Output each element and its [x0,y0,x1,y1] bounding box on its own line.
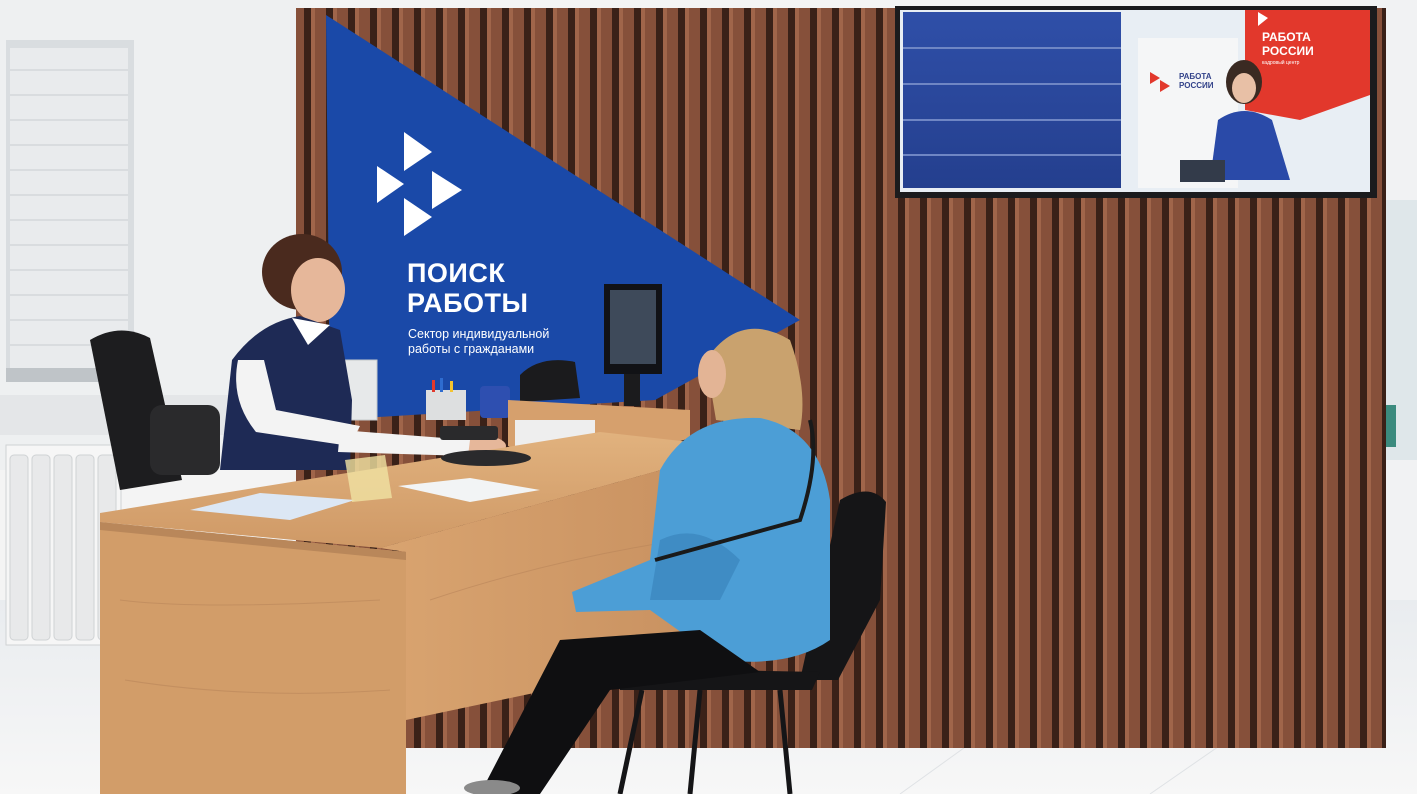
sign-subtitle: Сектор индивидуальной работы с гражданам… [408,327,549,357]
sign-title: ПОИСК РАБОТЫ [407,258,528,318]
window-blinds [6,40,134,382]
scene-illustration [0,0,1417,796]
tv-banner-line2: РОССИИ [1262,44,1314,58]
tv-inset-logo-text: РАБОТА РОССИИ [1179,72,1214,90]
tv-caption: кадровый центр [1262,60,1300,66]
sign-subtitle-line1: Сектор индивидуальной [408,327,550,341]
photo-scene [0,0,1417,796]
tv-banner-text: РАБОТА РОССИИ [1262,30,1314,58]
sign-title-line1: ПОИСК [407,258,506,288]
tv-inset-line1: РАБОТА [1179,72,1212,81]
tv-inset-line2: РОССИИ [1179,81,1214,90]
sign-subtitle-line2: работы с гражданами [408,342,535,356]
sign-title-line2: РАБОТЫ [407,288,529,318]
tv-banner-line1: РАБОТА [1262,30,1311,44]
